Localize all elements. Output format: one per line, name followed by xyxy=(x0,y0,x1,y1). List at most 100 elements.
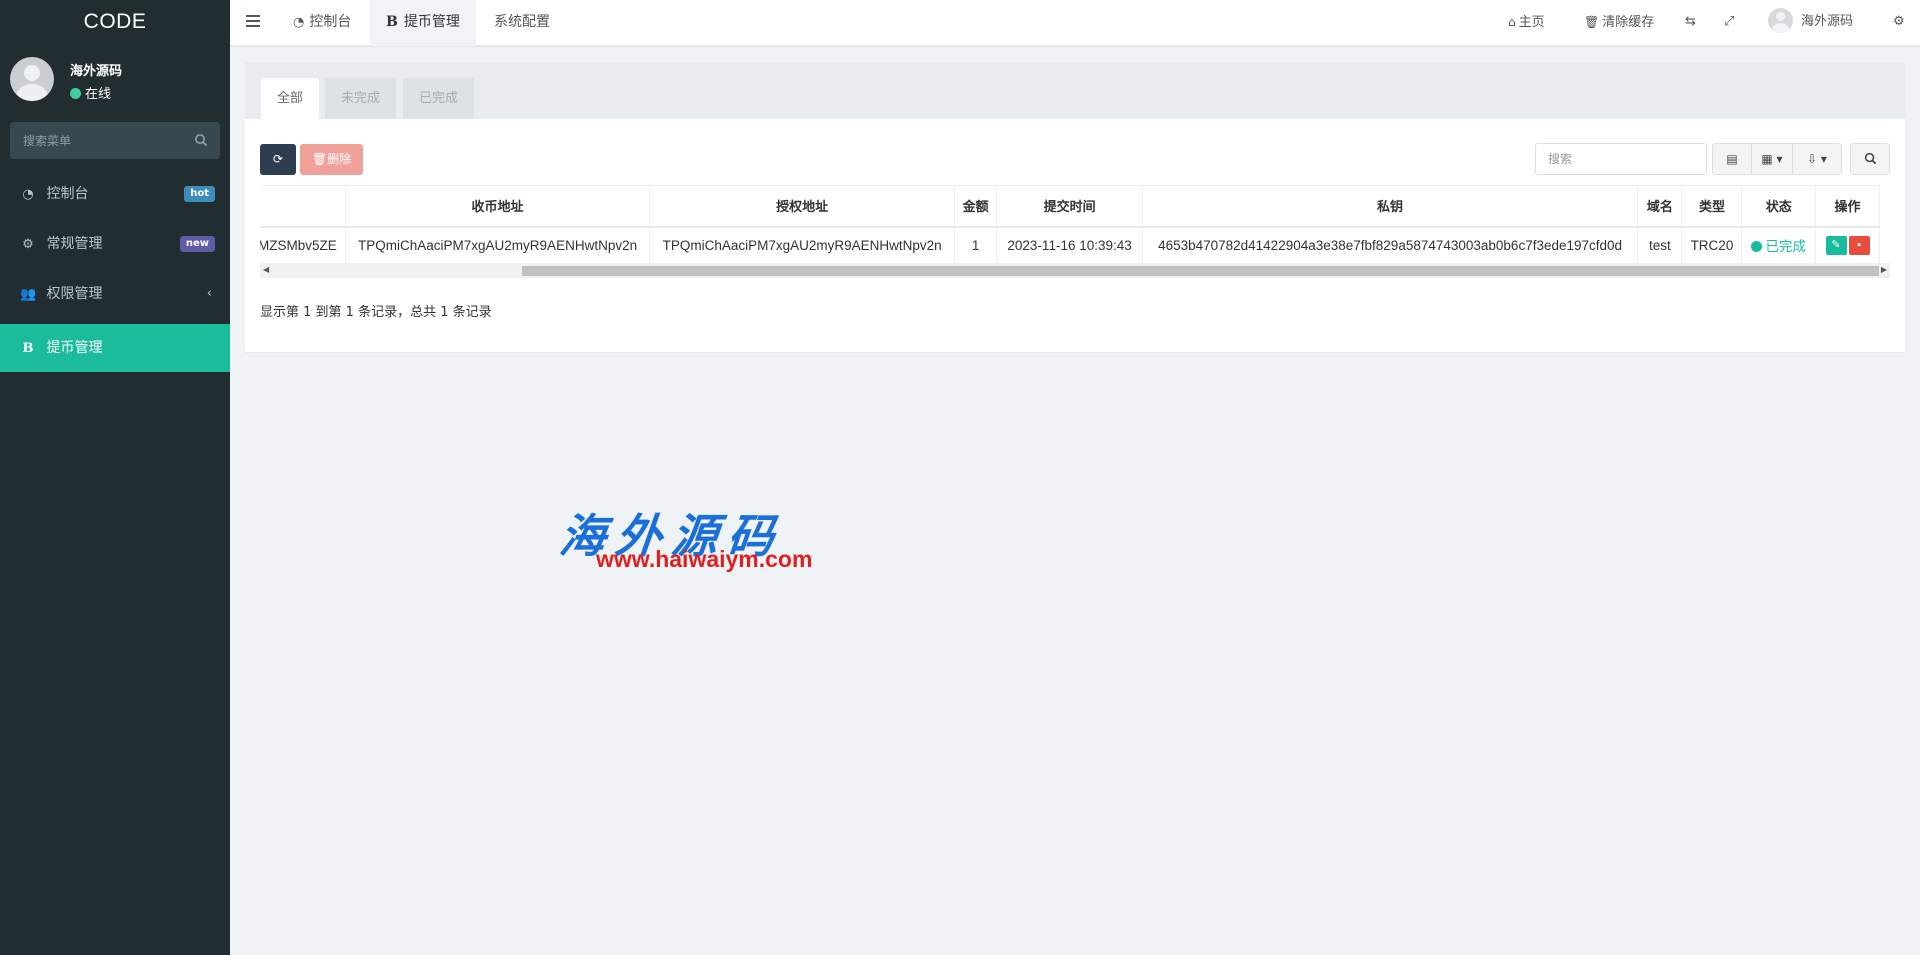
cell-submit-time: 2023-11-16 10:39:43 xyxy=(996,226,1143,263)
table-search-input[interactable] xyxy=(1536,144,1706,174)
export-button[interactable]: ⇩ ▾ xyxy=(1792,143,1842,175)
table-search xyxy=(1535,143,1707,175)
scroll-right-icon[interactable]: ▶ xyxy=(1881,265,1887,274)
filter-tabs: 全部 未完成 已完成 xyxy=(245,62,1905,119)
col-header[interactable]: 操作 xyxy=(1815,185,1880,228)
trash-icon: 🗑 xyxy=(1584,15,1600,29)
col-header[interactable]: 私钥 xyxy=(1142,185,1639,228)
columns-icon: ▦ ▾ xyxy=(1761,152,1783,166)
scroll-left-icon[interactable]: ◀ xyxy=(263,265,269,274)
sidebar-item-label: 控制台 xyxy=(46,186,89,202)
tab-system-config[interactable]: 系统配置 xyxy=(478,0,566,46)
col-header[interactable]: 类型 xyxy=(1681,185,1743,228)
chevron-left-icon: ‹ xyxy=(206,286,212,301)
sidebar-item-general[interactable]: ⚙ 常规管理 new xyxy=(0,224,230,274)
col-header[interactable]: 收币地址 xyxy=(345,185,651,228)
delete-label: 删除 xyxy=(327,152,352,166)
table-row[interactable]: MZSMbv5ZE TPQmiChAaciPM7xgAU2myR9AENHwtN… xyxy=(260,226,1880,263)
sidebar: CODE 海外源码 在线 ◔ 控制台 hot ⚙ 常规管理 new 👥 权限管理… xyxy=(0,0,230,955)
search-icon[interactable] xyxy=(194,133,208,147)
edit-button[interactable]: ✎ xyxy=(1825,235,1847,255)
b-icon: B xyxy=(22,341,34,356)
scrollbar-thumb[interactable] xyxy=(522,266,1879,276)
status-dot-icon xyxy=(1751,241,1763,253)
tab-unfinished[interactable]: 未完成 xyxy=(325,78,397,119)
sidebar-item-permissions[interactable]: 👥 权限管理 ‹ xyxy=(0,274,230,324)
tab-dashboard[interactable]: ◔ 控制台 xyxy=(277,0,367,46)
col-header[interactable]: 域名 xyxy=(1637,185,1683,228)
sidebar-item-label: 提币管理 xyxy=(46,340,103,356)
cell-actions: ✎ ▪ xyxy=(1815,226,1880,263)
dashboard-icon: ◔ xyxy=(293,15,305,30)
user-status-label: 在线 xyxy=(85,87,112,102)
user-menu-name: 海外源码 xyxy=(1801,14,1854,29)
tab-all[interactable]: 全部 xyxy=(261,78,320,119)
avatar xyxy=(1768,8,1793,33)
col-header[interactable]: 金额 xyxy=(954,185,998,228)
trash-icon: ▪ xyxy=(1857,238,1861,251)
user-status: 在线 xyxy=(70,83,111,102)
home-icon: ⌂ xyxy=(1508,15,1516,29)
delete-button[interactable]: 🗑删除 xyxy=(300,144,363,175)
user-name: 海外源码 xyxy=(70,64,123,79)
user-panel: 海外源码 在线 xyxy=(0,45,230,115)
cell-type: TRC20 xyxy=(1681,226,1743,263)
menu-search-input[interactable] xyxy=(10,122,180,159)
sidebar-item-label: 常规管理 xyxy=(46,236,103,252)
tab-finished[interactable]: 已完成 xyxy=(403,78,475,119)
advanced-search-button[interactable] xyxy=(1850,143,1890,175)
home-label: 主页 xyxy=(1518,15,1545,30)
tab-label: 提币管理 xyxy=(403,14,460,30)
refresh-button[interactable]: ⟳ xyxy=(260,144,296,175)
refresh-icon: ⟳ xyxy=(272,152,284,166)
fullscreen-icon[interactable]: ⤢ xyxy=(1724,0,1734,46)
menu-search xyxy=(10,122,220,159)
search-icon xyxy=(1864,152,1876,165)
users-icon: 👥 xyxy=(20,287,37,302)
tab-label: 系统配置 xyxy=(494,14,550,30)
home-link[interactable]: ⌂ 主页 xyxy=(1508,0,1545,46)
data-table-container: 收币地址 授权地址 金额 提交时间 私钥 域名 类型 状态 操作 MZSMbv5… xyxy=(260,185,1890,263)
toggle-view-button[interactable]: ▤ xyxy=(1712,143,1752,175)
settings-cogs-icon[interactable]: ⚙ xyxy=(1893,0,1905,46)
cogs-icon: ⚙ xyxy=(22,237,34,252)
dashboard-icon: ◔ xyxy=(22,187,34,202)
col-header[interactable] xyxy=(260,185,346,228)
export-icon: ⇩ ▾ xyxy=(1807,152,1827,166)
status-badge: 已完成 xyxy=(1751,239,1806,254)
sidebar-item-withdraw[interactable]: B 提币管理 xyxy=(0,324,230,372)
avatar xyxy=(10,57,54,101)
watermark-url: www.haiwaiym.com xyxy=(596,546,813,572)
sidebar-item-label: 权限管理 xyxy=(46,286,103,302)
top-navbar: ◔ 控制台 B 提币管理 系统配置 ⌂ 主页 🗑 清除缓存 ⇆ ⤢ 海外源码 ⚙ xyxy=(230,0,1920,46)
watermark: 海外源码 www.haiwaiym.com xyxy=(557,500,880,580)
app-logo[interactable]: CODE xyxy=(0,0,230,45)
col-header[interactable]: 提交时间 xyxy=(996,185,1143,228)
trash-icon: 🗑 xyxy=(311,152,328,166)
tab-label: 控制台 xyxy=(309,14,352,30)
cell-private-key: 4653b470782d41422904a3e38e7fbf829a587474… xyxy=(1142,226,1639,263)
cell-first: MZSMbv5ZE xyxy=(260,226,346,263)
col-header[interactable]: 授权地址 xyxy=(649,185,955,228)
columns-button[interactable]: ▦ ▾ xyxy=(1751,143,1793,175)
sidebar-menu: ◔ 控制台 hot ⚙ 常规管理 new 👥 权限管理 ‹ B 提币管理 xyxy=(0,174,230,372)
table-list-icon: ▤ xyxy=(1726,152,1738,166)
cell-amount: 1 xyxy=(954,226,998,263)
status-label: 已完成 xyxy=(1765,239,1806,255)
language-icon[interactable]: ⇆ xyxy=(1685,0,1696,46)
cell-status: 已完成 xyxy=(1741,226,1817,263)
user-menu[interactable]: 海外源码 xyxy=(1768,0,1853,46)
table-header-row: 收币地址 授权地址 金额 提交时间 私钥 域名 类型 状态 操作 xyxy=(260,185,1880,228)
row-delete-button[interactable]: ▪ xyxy=(1848,235,1870,255)
new-badge: new xyxy=(179,236,215,252)
col-header[interactable]: 状态 xyxy=(1741,185,1817,228)
sidebar-item-dashboard[interactable]: ◔ 控制台 hot xyxy=(0,174,230,224)
menu-toggle-icon[interactable] xyxy=(246,15,260,27)
tab-withdraw[interactable]: B 提币管理 xyxy=(370,0,476,46)
online-dot-icon xyxy=(70,88,81,99)
clear-cache-button[interactable]: 🗑 清除缓存 xyxy=(1584,0,1654,46)
cell-receive-address: TPQmiChAaciPM7xgAU2myR9AENHwtNpv2n xyxy=(345,226,651,263)
hot-badge: hot xyxy=(184,186,215,202)
horizontal-scrollbar[interactable]: ◀ ▶ xyxy=(260,263,1890,278)
b-icon: B xyxy=(386,14,398,30)
